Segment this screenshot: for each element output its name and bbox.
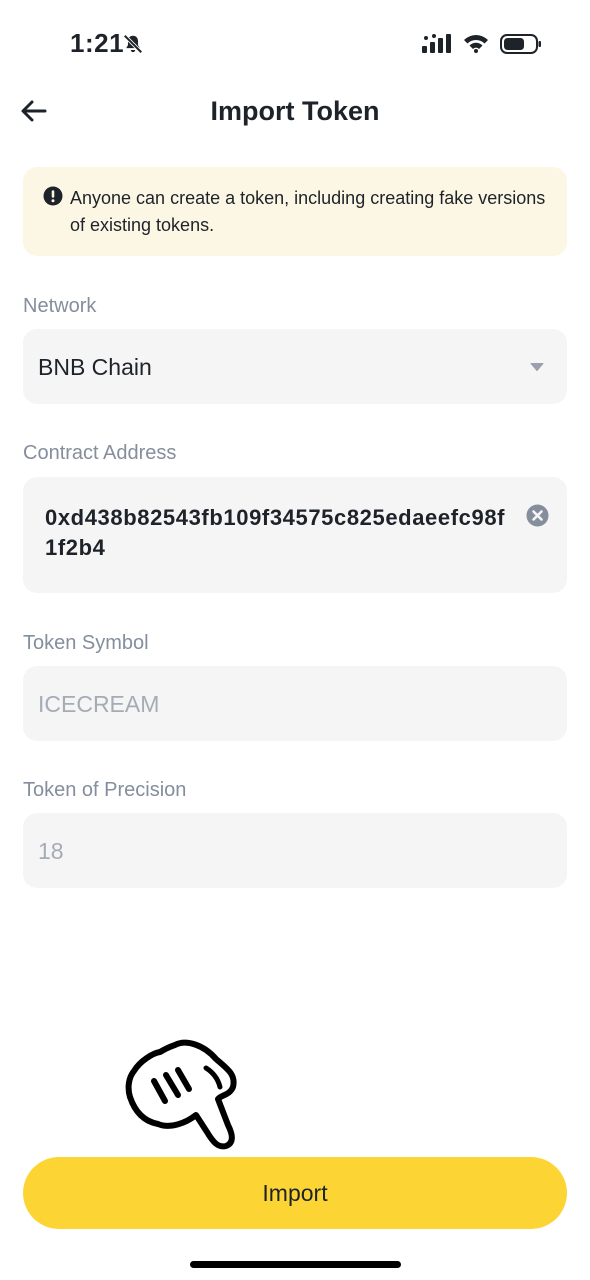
clear-icon[interactable] (526, 504, 549, 527)
wifi-icon (464, 35, 488, 53)
contract-address-value: 0xd438b82543fb109f34575c825edaeefc98f1f2… (45, 505, 506, 560)
exclamation-circle-icon (43, 186, 63, 206)
network-value: BNB Chain (38, 354, 152, 380)
pointing-hand-icon (125, 1039, 237, 1150)
bell-slash-icon (123, 34, 143, 54)
battery-icon (500, 34, 541, 54)
network-label: Network (23, 295, 97, 317)
caret-down-icon[interactable] (530, 362, 544, 372)
token-precision-input[interactable] (23, 813, 567, 888)
status-time: 1:21 (70, 28, 125, 58)
page-title: Import Token (210, 96, 380, 126)
token-precision-label: Token of Precision (23, 779, 187, 801)
home-indicator (190, 1261, 401, 1268)
import-button[interactable]: Import (23, 1157, 567, 1229)
token-symbol-label: Token Symbol (23, 632, 149, 654)
token-precision-value: 18 (38, 838, 64, 864)
signal-icon (422, 34, 451, 53)
contract-address-label: Contract Address (23, 442, 177, 464)
warning-text: Anyone can create a token, including cre… (70, 188, 546, 235)
token-symbol-value: ICECREAM (38, 691, 160, 717)
